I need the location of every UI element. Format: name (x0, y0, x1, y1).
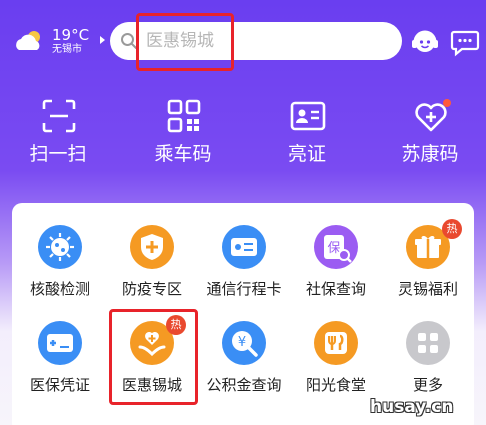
service-social-insurance[interactable]: 保 社保查询 (290, 203, 382, 298)
city-dropdown-caret-icon (100, 36, 105, 44)
service-sunshine-canteen[interactable]: 阳光食堂 (290, 299, 382, 394)
travel-card-icon (222, 225, 266, 269)
quick-action-label: 乘车码 (154, 143, 212, 165)
qr-code-icon (167, 99, 201, 133)
customer-service-icon[interactable] (409, 26, 441, 58)
id-card-icon (290, 101, 326, 131)
scan-icon (42, 99, 76, 133)
fund-search-icon: ¥ (222, 321, 266, 365)
notification-dot (443, 99, 451, 107)
city-name: 无锡市 (52, 44, 82, 55)
grid-more-icon (406, 321, 450, 365)
service-label: 阳光食堂 (305, 376, 366, 394)
top-bar: 19°C 无锡市 医惠锡城 (0, 0, 486, 86)
svg-text:¥: ¥ (238, 335, 246, 350)
weather-widget[interactable]: 19°C 无锡市 (12, 26, 105, 58)
insurance-search-icon: 保 (314, 225, 358, 269)
shield-plus-icon (130, 225, 174, 269)
service-label: 灵锡福利 (397, 280, 458, 298)
quick-action-label: 苏康码 (401, 143, 459, 165)
service-label: 公积金查询 (206, 376, 282, 394)
service-highlight-box (109, 309, 198, 405)
temperature: 19°C (52, 26, 90, 44)
virus-icon (38, 225, 82, 269)
watermark: husay.cn (370, 397, 454, 417)
service-label: 医保凭证 (29, 376, 90, 394)
medical-card-icon (38, 321, 82, 365)
quick-action-health-code[interactable]: 苏康码 (380, 98, 480, 168)
service-epidemic-zone[interactable]: 防疫专区 (106, 203, 198, 298)
search-highlight-box (136, 13, 234, 71)
cloud-sun-icon (16, 31, 40, 50)
quick-action-label: 亮证 (287, 143, 326, 165)
message-icon[interactable] (449, 26, 481, 58)
quick-action-scan[interactable]: 扫一扫 (8, 98, 108, 168)
service-medical-voucher[interactable]: 医保凭证 (14, 299, 106, 394)
service-label: 社保查询 (305, 280, 366, 298)
quick-action-label: 扫一扫 (29, 143, 87, 165)
service-travel-card[interactable]: 通信行程卡 (198, 203, 290, 298)
service-label: 防疫专区 (121, 280, 182, 298)
service-label: 更多 (412, 376, 443, 394)
service-nucleic-test[interactable]: 核酸检测 (14, 203, 106, 298)
services-card: 核酸检测 防疫专区 通信行程卡 保 社保查询 热 灵锡福利 医保凭证 热 医惠锡… (12, 203, 474, 425)
quick-action-show-id[interactable]: 亮证 (257, 98, 357, 168)
service-label: 通信行程卡 (206, 280, 282, 298)
service-more[interactable]: 更多 (382, 299, 474, 394)
service-welfare[interactable]: 热 灵锡福利 (382, 203, 474, 298)
service-label: 核酸检测 (29, 280, 90, 298)
quick-action-ride-code[interactable]: 乘车码 (133, 98, 233, 168)
hot-badge: 热 (442, 219, 462, 239)
service-housing-fund[interactable]: ¥ 公积金查询 (198, 299, 290, 394)
dining-icon (314, 321, 358, 365)
